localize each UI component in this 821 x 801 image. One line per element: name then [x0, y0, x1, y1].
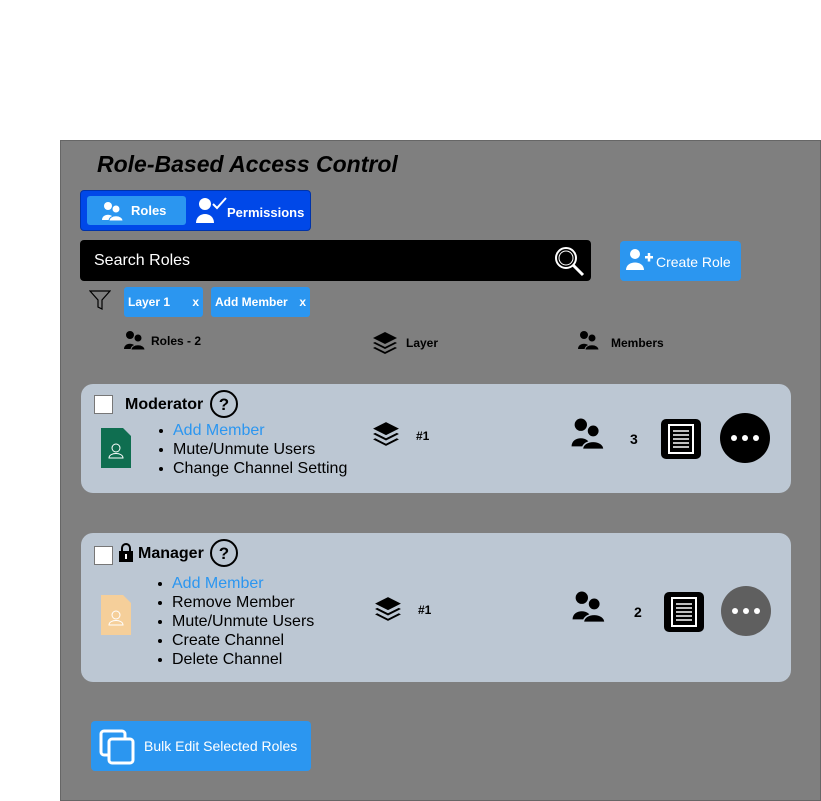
layers-icon	[375, 597, 401, 621]
bulk-edit-button[interactable]: Bulk Edit Selected Roles	[91, 721, 311, 771]
members-icon	[571, 418, 604, 451]
more-dot	[731, 435, 737, 441]
tab-roles-label: Roles	[131, 203, 167, 218]
create-role-button[interactable]: Create Role	[620, 241, 741, 281]
rbac-panel: Role-Based Access Control Roles Permissi…	[60, 140, 821, 801]
filter-chip-add-member: Add Member x	[211, 287, 310, 317]
view-tabs: Roles Permissions	[80, 190, 311, 231]
permission-add-member-link[interactable]: Add Member	[156, 574, 314, 593]
role-checkbox[interactable]	[94, 546, 113, 565]
role-checkbox[interactable]	[94, 395, 113, 414]
layer-value: #1	[418, 603, 432, 617]
lock-icon	[119, 543, 133, 562]
svg-text:?: ?	[219, 544, 229, 563]
permission-list: Add Member Remove Member Mute/Unmute Use…	[156, 574, 314, 669]
column-header-roles-label: Roles - 2	[151, 334, 202, 348]
member-count: 3	[630, 431, 638, 447]
more-dot	[753, 435, 759, 441]
permission-list: Add Member Mute/Unmute Users Change Chan…	[157, 421, 347, 478]
permission-add-member-link[interactable]: Add Member	[157, 421, 347, 440]
help-icon[interactable]: ?	[209, 389, 239, 419]
permission-item: Mute/Unmute Users	[156, 612, 314, 631]
more-dot	[743, 608, 749, 614]
filter-icon[interactable]	[89, 289, 111, 311]
user-check-icon	[196, 197, 227, 223]
role-card-moderator[interactable]: Moderator ? Add Member Mute/Unmute Users…	[81, 384, 791, 493]
permission-item: Delete Channel	[156, 650, 314, 669]
more-options-button[interactable]	[720, 413, 770, 463]
search-bar	[80, 240, 591, 281]
search-input[interactable]	[92, 248, 536, 274]
filter-chip-label: Layer 1	[128, 295, 171, 309]
search-icon[interactable]	[553, 245, 585, 277]
more-options-button[interactable]	[721, 586, 771, 636]
add-user-icon	[626, 249, 653, 270]
role-name: Moderator	[125, 396, 204, 413]
svg-text:?: ?	[219, 395, 229, 414]
document-icon	[101, 595, 131, 635]
filter-chip-label: Add Member	[215, 295, 288, 309]
column-header-layer-label: Layer	[406, 336, 439, 350]
create-role-label: Create Role	[656, 254, 731, 270]
copy-icon	[99, 729, 135, 765]
permission-item: Remove Member	[156, 593, 314, 612]
list-icon[interactable]	[663, 591, 705, 633]
document-icon	[101, 428, 131, 468]
list-icon[interactable]	[660, 418, 702, 460]
member-count: 2	[634, 604, 642, 620]
bulk-edit-label: Bulk Edit Selected Roles	[144, 738, 298, 754]
more-dot	[754, 608, 760, 614]
layer-value: #1	[416, 429, 430, 443]
permission-item: Change Channel Setting	[157, 459, 347, 478]
role-name: Manager	[138, 545, 204, 562]
help-icon[interactable]: ?	[209, 538, 239, 568]
users-icon	[578, 331, 599, 350]
role-card-manager[interactable]: Manager ? Add Member Remove Member Mute/…	[81, 533, 791, 682]
layers-icon	[373, 332, 397, 354]
page-title: Role-Based Access Control	[97, 151, 398, 177]
tab-permissions[interactable]: Permissions	[193, 196, 308, 225]
users-icon	[124, 331, 145, 350]
more-dot	[732, 608, 738, 614]
members-icon	[572, 591, 605, 624]
layers-icon	[373, 422, 399, 446]
users-icon	[102, 202, 123, 221]
filter-chip-layer: Layer 1 x	[124, 287, 203, 317]
permission-item: Mute/Unmute Users	[157, 440, 347, 459]
remove-filter-button[interactable]: x	[192, 295, 199, 309]
remove-filter-button[interactable]: x	[299, 295, 306, 309]
column-header-members-label: Members	[611, 336, 664, 350]
tab-roles[interactable]: Roles	[87, 196, 186, 225]
more-dot	[742, 435, 748, 441]
tab-permissions-label: Permissions	[227, 205, 305, 220]
permission-item: Create Channel	[156, 631, 314, 650]
